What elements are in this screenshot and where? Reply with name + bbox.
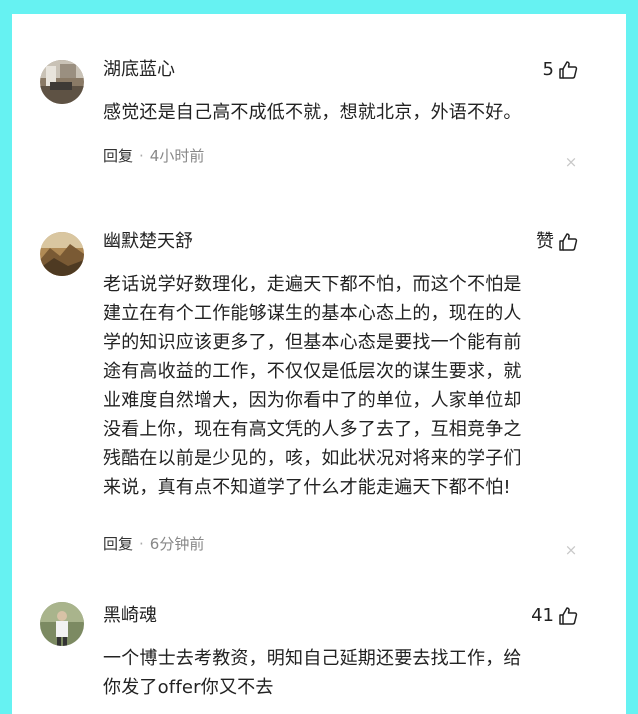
- separator: ·: [139, 147, 144, 165]
- comment-line: 途有高收益的工作，不仅仅是低层次的谋生要求，就: [103, 361, 522, 382]
- comment-text: 一个博士去考教资，明知自己延期还要去找工作，给 你发了offer你又不去: [103, 644, 578, 702]
- comment-meta: 回复 · 4小时前: [103, 146, 204, 166]
- comment-line: 没看上你，现在有高文凭的人多了去了，互相竞争之: [103, 419, 522, 440]
- thumbs-up-icon: [558, 60, 578, 80]
- reply-button[interactable]: 回复: [103, 147, 133, 165]
- avatar[interactable]: [40, 232, 84, 276]
- close-icon[interactable]: ×: [564, 155, 578, 170]
- comment-line: 来说，真有点不知道学了什么才能走遍天下都不怕!: [103, 477, 511, 498]
- comment-line: 你发了offer你又不去: [103, 677, 274, 698]
- reply-button[interactable]: 回复: [103, 535, 133, 553]
- comment-line: 一个博士去考教资，明知自己延期还要去找工作，给: [103, 648, 522, 669]
- comment-line: 建立在有个工作能够谋生的基本心态上的，现在的人: [103, 303, 522, 324]
- comment-list: 湖底蓝心 5 感觉还是自己高不成低不就，想就北京，外语不好。 回复 · 4小时前 ×: [12, 14, 626, 714]
- avatar[interactable]: [40, 602, 84, 646]
- timestamp: 4小时前: [149, 147, 205, 165]
- username[interactable]: 湖底蓝心: [103, 58, 175, 82]
- comment-line: 残酷在以前是少见的，咳，如此状况对将来的学子们: [103, 448, 522, 469]
- comment-text: 老话说学好数理化，走遍天下都不怕，而这个不怕是 建立在有个工作能够谋生的基本心态…: [103, 270, 578, 502]
- like-count: 5: [542, 59, 554, 80]
- comment-meta: 回复 · 6分钟前: [103, 534, 204, 554]
- like-label: 赞: [536, 231, 554, 252]
- thumbs-up-icon: [558, 232, 578, 252]
- comment-line: 业难度自然增大，因为你看中了的单位，人家单位却: [103, 390, 522, 411]
- username[interactable]: 黑崎魂: [103, 604, 157, 628]
- comment-line: 老话说学好数理化，走遍天下都不怕，而这个不怕是: [103, 274, 522, 295]
- like-button[interactable]: 41: [531, 604, 578, 628]
- like-button[interactable]: 5: [543, 58, 578, 82]
- username[interactable]: 幽默楚天舒: [103, 230, 193, 254]
- comment-text: 感觉还是自己高不成低不就，想就北京，外语不好。: [103, 98, 578, 127]
- comment-line: 学的知识应该更多了，但基本心态是要找一个能有前: [103, 332, 522, 353]
- like-count: 41: [531, 605, 554, 626]
- thumbs-up-icon: [558, 606, 578, 626]
- avatar[interactable]: [40, 60, 84, 104]
- comment-line: 感觉还是自己高不成低不就，想就北京，外语不好。: [103, 102, 522, 123]
- close-icon[interactable]: ×: [564, 543, 578, 558]
- timestamp: 6分钟前: [149, 535, 205, 553]
- separator: ·: [139, 535, 144, 553]
- like-button[interactable]: 赞: [536, 230, 578, 254]
